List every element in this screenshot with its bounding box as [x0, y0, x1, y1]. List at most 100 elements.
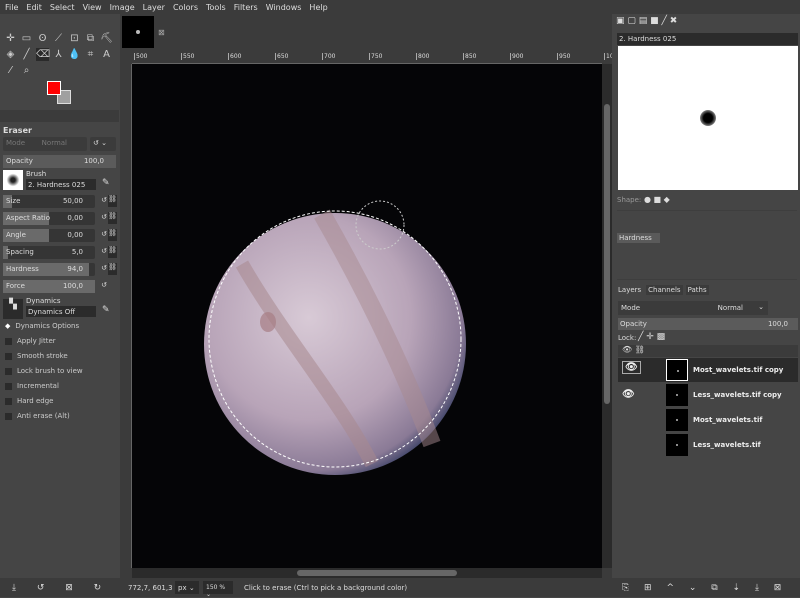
checkbox[interactable] [5, 352, 12, 360]
option-checkbox[interactable]: Hard edge [5, 397, 53, 405]
eye-icon[interactable]: 👁 [622, 389, 635, 400]
crop-tool-icon[interactable]: ⊡ [68, 32, 81, 45]
layer-name: Less_wavelets.tif copy [693, 391, 782, 399]
slider-angle[interactable]: Angle 0,00 ↺ ⛓ [3, 229, 117, 242]
vertical-ruler [120, 64, 132, 568]
menu-help[interactable]: Help [309, 3, 327, 12]
slider-size[interactable]: Size 50,00 ↺ ⛓ [3, 195, 117, 208]
bucket-fill-tool-icon[interactable]: ◈ [4, 48, 17, 61]
image-canvas[interactable] [132, 64, 602, 568]
fuzzy-select-tool-icon[interactable]: ⟋ [52, 32, 65, 45]
menu-tools[interactable]: Tools [206, 3, 226, 12]
dynamics-options-expander[interactable]: ◆ Dynamics Options [5, 322, 79, 330]
zoom-tool-icon[interactable]: ⌕ [20, 64, 33, 77]
dynamics-label: Dynamics [26, 297, 61, 305]
checkbox[interactable] [5, 382, 12, 390]
zoom-value: 150 % [206, 584, 226, 591]
layer-row[interactable]: 👁 Most_wavelets.tif copy [618, 358, 798, 382]
brush-preview[interactable] [3, 170, 23, 190]
menu-edit[interactable]: Edit [26, 3, 42, 12]
edit-dynamics-icon[interactable]: ✎ [102, 305, 110, 315]
option-label: Apply Jitter [17, 337, 56, 345]
layer-row[interactable]: 👁 Less_wavelets.tif copy [618, 383, 798, 407]
warp-tool-icon[interactable]: ⛏ [100, 32, 113, 45]
option-checkbox[interactable]: Apply Jitter [5, 337, 56, 345]
text-tool-icon[interactable]: A [100, 48, 113, 61]
toolbox-bottom-buttons[interactable]: ⤓ ↺ ⊠ ↻ [12, 583, 101, 593]
checkbox[interactable] [5, 337, 12, 345]
reset-icon[interactable]: ↺ [101, 213, 107, 221]
transform-tool-icon[interactable]: ⧉ [84, 32, 97, 45]
move-tool-icon[interactable]: ✛ [4, 32, 17, 45]
free-select-tool-icon[interactable]: ʘ [36, 32, 49, 45]
reset-select[interactable]: ↺ ⌄ [90, 137, 116, 151]
slider-aspect-ratio[interactable]: Aspect Ratio 0,00 ↺ ⛓ [3, 212, 117, 225]
checkbox[interactable] [5, 412, 12, 420]
option-checkbox[interactable]: Incremental [5, 382, 59, 390]
menu-file[interactable]: File [5, 3, 18, 12]
menu-windows[interactable]: Windows [266, 3, 302, 12]
ruler-label: 700 [322, 53, 336, 60]
menu-layer[interactable]: Layer [143, 3, 165, 12]
eye-icon[interactable]: 👁 [622, 361, 641, 374]
foreground-color[interactable] [47, 81, 61, 95]
option-checkbox[interactable]: Lock brush to view [5, 367, 83, 375]
rect-select-tool-icon[interactable]: ▭ [20, 32, 33, 45]
vertical-scrollbar[interactable] [602, 64, 612, 568]
color-picker-tool-icon[interactable]: ⁄ [4, 64, 17, 77]
zoom-select[interactable]: 150 % ⌄ [203, 581, 233, 598]
image-tab[interactable] [122, 16, 154, 48]
checkbox[interactable] [5, 367, 12, 375]
menu-filters[interactable]: Filters [234, 3, 258, 12]
option-checkbox[interactable]: Anti erase (Alt) [5, 412, 70, 420]
slider-label: Spacing [6, 248, 34, 256]
slider-spacing[interactable]: Spacing 5,0 ↺ ⛓ [3, 246, 117, 259]
layer-row[interactable]: Less_wavelets.tif [618, 433, 798, 457]
option-label: Lock brush to view [17, 367, 83, 375]
tab-paths[interactable]: Paths [685, 285, 709, 295]
reset-icon[interactable]: ↺ [101, 264, 107, 272]
eraser-tool-icon[interactable]: ⌫ [36, 48, 50, 61]
layer-row[interactable]: Most_wavelets.tif [618, 408, 798, 432]
dynamics-preview[interactable]: ▚ [3, 299, 23, 319]
dynamics-name[interactable]: Dynamics Off [26, 306, 96, 317]
shape-buttons[interactable]: ● ■ ◆ [644, 195, 670, 204]
horizontal-scrollbar[interactable] [132, 568, 602, 578]
option-checkbox[interactable]: Smooth stroke [5, 352, 68, 360]
menu-view[interactable]: View [83, 3, 102, 12]
paths-tool-icon[interactable]: ⌗ [84, 48, 97, 61]
mode-select[interactable]: Mode Normal [3, 137, 87, 151]
menu-select[interactable]: Select [50, 3, 75, 12]
reset-icon[interactable]: ↺ [101, 196, 107, 204]
menu-image[interactable]: Image [110, 3, 135, 12]
panel-tabs [0, 110, 119, 122]
clone-tool-icon[interactable]: ⅄ [52, 48, 65, 61]
tab-layers[interactable]: Layers [616, 285, 643, 295]
chain-icon[interactable]: ⛓ [108, 229, 117, 241]
paintbrush-tool-icon[interactable]: ╱ [20, 48, 33, 61]
reset-icon[interactable]: ↺ [101, 230, 107, 238]
mode-value: Normal [41, 139, 67, 147]
lock-buttons[interactable]: ╱ ✛ ▩ [638, 332, 665, 342]
checkbox[interactable] [5, 397, 12, 405]
slider-force[interactable]: Force 100,0 ↺ [3, 280, 107, 293]
layer-opacity-slider[interactable]: Opacity 100,0 [618, 318, 798, 330]
tab-channels[interactable]: Channels [646, 285, 683, 295]
close-tab-icon[interactable]: ⊠ [158, 28, 165, 37]
chain-icon[interactable]: ⛓ [108, 212, 117, 224]
smudge-tool-icon[interactable]: 💧 [68, 48, 81, 61]
chain-icon[interactable]: ⛓ [108, 195, 117, 207]
edit-brush-icon[interactable]: ✎ [102, 178, 110, 188]
slider-hardness[interactable]: Hardness 94,0 ↺ ⛓ [3, 263, 117, 276]
reset-icon[interactable]: ↺ [101, 247, 107, 255]
brush-name[interactable]: 2. Hardness 025 [26, 179, 96, 190]
layers-bottom-buttons[interactable]: ⎘ ⊞ ^ ⌄ ⧉ ⇣ ⤓ ⊠ [622, 583, 781, 593]
layer-mode-select[interactable]: Mode Normal ⌄ [618, 301, 768, 315]
chain-icon[interactable]: ⛓ [108, 246, 117, 258]
unit-select[interactable]: px ⌄ [175, 581, 199, 594]
reset-icon[interactable]: ↺ [101, 281, 107, 289]
chain-icon[interactable]: ⛓ [108, 263, 117, 275]
layer-opacity-value: 100,0 [767, 320, 788, 328]
menu-colors[interactable]: Colors [173, 3, 198, 12]
opacity-slider[interactable]: Opacity 100,0 [3, 155, 116, 168]
